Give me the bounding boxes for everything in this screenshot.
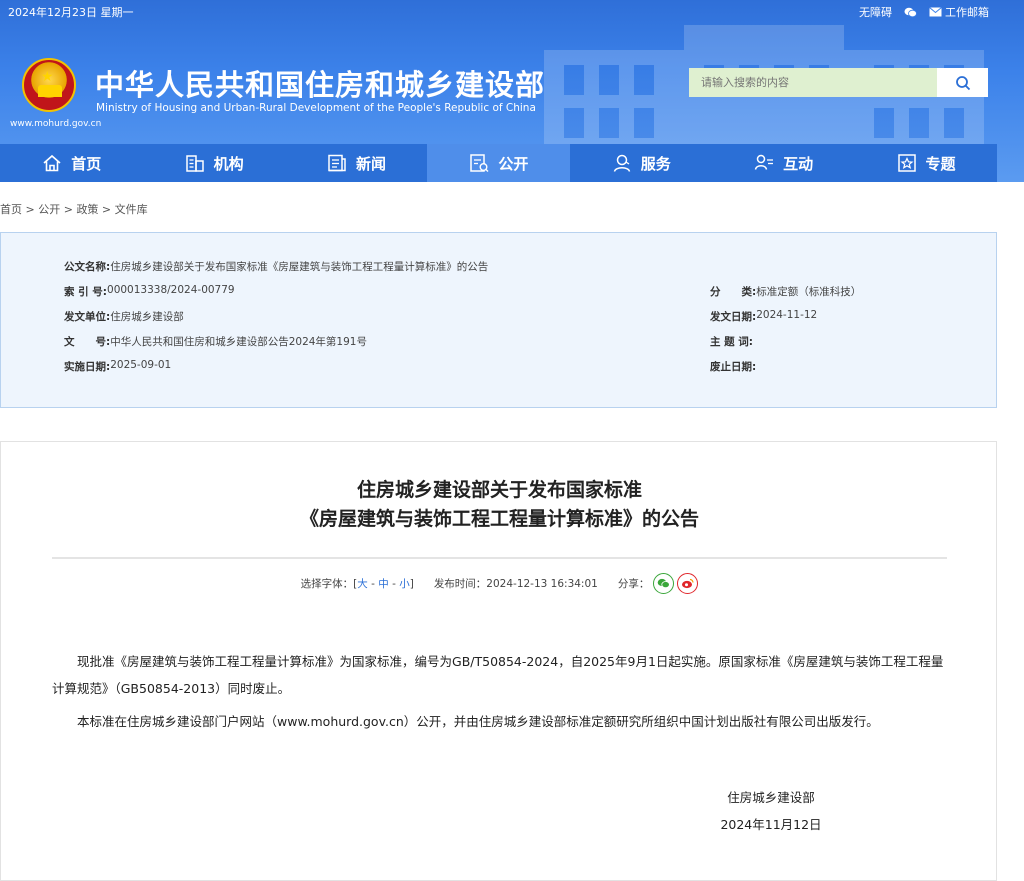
nav-item-service[interactable]: 服务 [570,144,712,182]
issuer-label: 发文单位: [64,311,111,323]
accessibility-link[interactable]: 无障碍 [859,4,892,20]
interaction-icon [754,154,774,170]
title-divider [52,557,947,559]
article-title-line1: 住房城乡建设部关于发布国家标准 [356,479,642,501]
article-title-line2: 《房屋建筑与装饰工程工程量计算标准》的公告 [299,508,699,530]
paragraph-1: 现批准《房屋建筑与装饰工程工程量计算标准》为国家标准，编号为GB/T50854-… [52,654,944,696]
font-size-close: ] [409,578,414,590]
nav-label: 公开 [498,154,529,173]
breadcrumb-library[interactable]: 文件库 [115,203,148,216]
home-icon [43,154,61,172]
article-title: 住房城乡建设部关于发布国家标准 《房屋建筑与装饰工程工程量计算标准》的公告 [1,476,998,534]
effective-date-value: 2025-09-01 [110,359,172,371]
nav-label: 专题 [925,154,956,173]
national-emblem-logo: ★ [22,58,76,112]
nav-item-home[interactable]: 首页 [0,144,142,182]
topic-icon [897,154,916,172]
weibo-share-icon[interactable] [677,573,699,594]
nav-label: 互动 [783,154,814,173]
breadcrumb-policy[interactable]: 政策 [76,203,98,216]
work-mail-link[interactable]: 工作邮箱 [929,4,989,20]
document-icon [470,154,489,172]
doc-name-value: 住房城乡建设部关于发布国家标准《房屋建筑与装饰工程工程量计算标准》的公告 [110,261,489,273]
signature: 住房城乡建设部 2024年11月12日 [701,784,841,838]
mail-icon [929,7,942,17]
nav-label: 首页 [71,154,102,173]
building-icon [185,155,204,172]
issue-date-label: 发文日期: [710,311,757,323]
index-value: 000013338/2024-00779 [107,284,235,296]
category-label: 分 类: [710,286,757,298]
font-medium-button[interactable]: 中 [378,578,389,590]
doc-number-label: 文 号: [64,336,111,348]
effective-date-label: 实施日期: [64,361,111,373]
current-date: 2024年12月23日 星期一 [8,6,134,19]
font-large-button[interactable]: 大 [357,578,368,590]
nav-label: 新闻 [355,154,386,173]
news-icon [328,154,346,172]
signature-date: 2024年11月12日 [720,817,822,832]
subject-label: 主 题 词: [710,336,754,348]
breadcrumb-home[interactable]: 首页 [0,203,22,216]
search-button[interactable] [937,68,988,97]
top-bar: 2024年12月23日 星期一 无障碍 工作邮箱 [0,0,1024,24]
paragraph-2: 本标准在住房城乡建设部门户网站（www.mohurd.gov.cn）公开，并由住… [77,714,879,729]
abolish-date-label: 废止日期: [710,361,757,373]
nav-item-organization[interactable]: 机构 [142,144,284,182]
breadcrumb: 首页 > 公开 > 政策 > 文件库 [0,203,148,216]
ministry-title-english: Ministry of Housing and Urban-Rural Deve… [96,102,536,114]
share-label: 分享： [617,578,650,590]
search-box [689,68,988,97]
font-size-selector: 选择字体：[大 - 中 - 小] [300,578,414,590]
document-info-panel: 公文名称: 住房城乡建设部关于发布国家标准《房屋建筑与装饰工程工程量计算标准》的… [0,232,997,408]
nav-label: 机构 [213,154,244,173]
nav-item-topic[interactable]: 专题 [854,144,996,182]
category-value: 标准定额（标准科技） [756,286,862,298]
article-container: 住房城乡建设部关于发布国家标准 《房屋建筑与装饰工程工程量计算标准》的公告 选择… [0,441,997,881]
doc-number-value: 中华人民共和国住房和城乡建设部公告2024年第191号 [110,336,367,348]
search-input[interactable] [689,68,937,97]
nav-item-interaction[interactable]: 互动 [712,144,854,182]
search-icon [955,75,970,90]
signature-org: 住房城乡建设部 [727,790,815,805]
issuer-value: 住房城乡建设部 [110,311,184,323]
wechat-share-icon[interactable] [653,573,675,594]
doc-name-label: 公文名称: [64,261,111,273]
work-mail-label: 工作邮箱 [945,6,989,19]
site-url: www.mohurd.gov.cn [10,119,102,129]
font-size-label: 选择字体：[ [300,578,358,590]
user-service-icon [613,154,630,172]
issue-date-value: 2024-11-12 [756,309,818,321]
index-label: 索 引 号: [64,286,108,298]
site-header: 2024年12月23日 星期一 无障碍 工作邮箱 ★ www.mohurd.go… [0,0,1024,182]
nav-item-news[interactable]: 新闻 [285,144,427,182]
main-nav: 首页 机构 新闻 公开 服务 互动 专题 [0,144,997,182]
nav-label: 服务 [640,154,671,173]
article-body: 现批准《房屋建筑与装饰工程工程量计算标准》为国家标准，编号为GB/T50854-… [52,648,949,741]
ministry-title: 中华人民共和国住房和城乡建设部 [95,68,546,102]
article-meta: 选择字体：[大 - 中 - 小] 发布时间：2024-12-13 16:34:0… [1,573,998,594]
nav-item-public[interactable]: 公开 [427,144,570,182]
font-small-button[interactable]: 小 [399,578,410,590]
publish-time: 发布时间：2024-12-13 16:34:01 [433,578,598,590]
wechat-icon[interactable] [904,7,917,18]
breadcrumb-public[interactable]: 公开 [38,203,60,216]
share-buttons [653,573,699,594]
